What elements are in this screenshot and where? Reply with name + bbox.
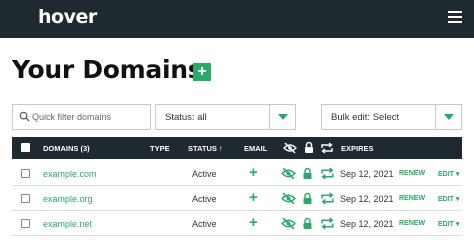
add-email-button[interactable]: + <box>249 164 258 181</box>
column-header-email[interactable]: EMAIL <box>244 144 267 153</box>
domain-status: Active <box>192 169 217 179</box>
eye-slash-icon[interactable] <box>281 217 296 230</box>
quick-filter-input[interactable] <box>32 108 148 126</box>
chevron-down-icon <box>278 114 288 120</box>
expiry-date: Sep 12, 2021 <box>340 169 394 179</box>
edit-label: EDIT <box>438 196 454 203</box>
lock-icon[interactable] <box>302 217 313 230</box>
chevron-down-icon <box>444 114 454 120</box>
lock-icon[interactable] <box>302 192 313 205</box>
add-email-button[interactable]: + <box>249 214 258 231</box>
repeat-icon <box>321 142 333 154</box>
repeat-icon[interactable] <box>320 167 335 180</box>
hover-logo[interactable]: hover <box>38 6 97 28</box>
renew-button[interactable]: RENEW <box>399 195 425 202</box>
status-select[interactable]: Status: all <box>155 104 296 130</box>
add-domain-button[interactable]: + <box>193 63 211 81</box>
search-icon <box>19 111 30 122</box>
repeat-icon[interactable] <box>320 217 335 230</box>
domain-status: Active <box>192 194 217 204</box>
domain-link[interactable]: example.org <box>43 194 93 204</box>
expiry-date: Sep 12, 2021 <box>340 219 394 229</box>
domain-status: Active <box>192 219 217 229</box>
row-checkbox[interactable] <box>21 169 30 178</box>
edit-dropdown-button[interactable]: EDIT ▾ <box>438 220 459 228</box>
quick-filter-field[interactable] <box>12 104 151 130</box>
lock-icon[interactable] <box>302 167 313 180</box>
edit-label: EDIT <box>438 221 454 228</box>
eye-slash-icon[interactable] <box>281 167 296 180</box>
add-email-button[interactable]: + <box>249 189 258 206</box>
expiry-date: Sep 12, 2021 <box>340 194 394 204</box>
bulk-edit-select-toggle[interactable] <box>435 105 461 129</box>
edit-label: EDIT <box>438 171 454 178</box>
eye-slash-icon <box>283 142 297 154</box>
hamburger-menu-icon[interactable] <box>448 11 462 25</box>
repeat-icon[interactable] <box>320 192 335 205</box>
edit-dropdown-button[interactable]: EDIT ▾ <box>438 170 459 178</box>
table-row: example.org Active + Sep 12, 2021 RENEW … <box>12 186 462 211</box>
select-all-checkbox[interactable] <box>21 143 30 152</box>
domain-link[interactable]: example.com <box>43 169 97 179</box>
status-select-value: Status: all <box>165 112 207 123</box>
table-row: example.net Active + Sep 12, 2021 RENEW … <box>12 211 462 236</box>
table-header: DOMAINS (3) TYPE STATUS ↑ EMAIL EXPIRES <box>12 137 462 159</box>
lock-icon <box>305 141 313 153</box>
column-header-status[interactable]: STATUS ↑ <box>188 144 223 153</box>
row-checkbox[interactable] <box>21 194 30 203</box>
page-title: Your Domains <box>12 55 203 84</box>
bulk-edit-select[interactable]: Bulk edit: Select <box>321 104 462 130</box>
table-row: example.com Active + Sep 12, 2021 RENEW … <box>12 161 462 186</box>
top-navigation-bar: hover <box>0 0 474 38</box>
domain-link[interactable]: example.net <box>43 219 92 229</box>
renew-button[interactable]: RENEW <box>399 170 425 177</box>
eye-slash-icon[interactable] <box>281 192 296 205</box>
column-header-domains[interactable]: DOMAINS (3) <box>43 144 90 153</box>
row-checkbox[interactable] <box>21 219 30 228</box>
bulk-edit-select-value: Bulk edit: Select <box>331 112 400 123</box>
renew-button[interactable]: RENEW <box>399 220 425 227</box>
column-header-expires[interactable]: EXPIRES <box>341 144 374 153</box>
status-select-toggle[interactable] <box>269 105 295 129</box>
edit-dropdown-button[interactable]: EDIT ▾ <box>438 195 459 203</box>
column-header-type[interactable]: TYPE <box>150 144 170 153</box>
